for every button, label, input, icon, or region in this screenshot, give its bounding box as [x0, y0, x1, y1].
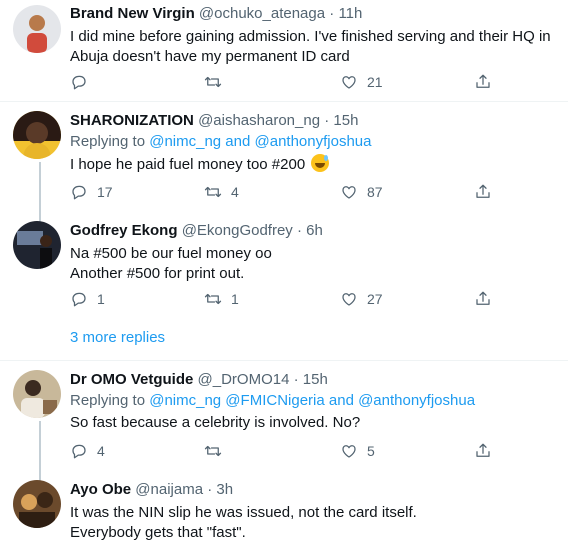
- author-name[interactable]: Godfrey Ekong: [70, 222, 178, 239]
- replying-to: Replying to @nimc_ng and @anthonyfjoshua: [70, 132, 558, 152]
- timestamp[interactable]: 11h: [338, 5, 362, 22]
- replying-to-mentions[interactable]: @nimc_ng and @anthonyfjoshua: [149, 133, 371, 150]
- tweet-text-line: It was the NIN slip he was issued, not t…: [70, 504, 417, 521]
- tweet-4[interactable]: Dr OMO Vetguide @_DrOMO14 · 15h Replying…: [0, 361, 568, 481]
- author-name[interactable]: Brand New Virgin: [70, 5, 195, 22]
- author-handle[interactable]: @ochuko_atenaga: [199, 5, 325, 22]
- reply-button[interactable]: 4: [70, 441, 105, 461]
- more-replies-link[interactable]: 3 more replies: [70, 329, 165, 346]
- heart-icon: [342, 76, 356, 89]
- tweet-text-line: Everybody gets that "fast".: [70, 524, 246, 541]
- retweet-button[interactable]: [204, 72, 222, 92]
- share-button[interactable]: [474, 289, 492, 309]
- retweet-icon: [204, 186, 222, 198]
- like-button[interactable]: 5: [340, 441, 375, 461]
- tweet-text-line: Na #500 be our fuel money oo: [70, 245, 272, 262]
- heart-icon: [342, 445, 356, 458]
- heart-icon: [342, 293, 356, 306]
- retweet-count: 4: [231, 184, 239, 200]
- reply-button[interactable]: 1: [70, 289, 105, 309]
- grinning-sweat-emoji: [311, 154, 330, 172]
- author-name[interactable]: SHARONIZATION: [70, 112, 194, 129]
- retweet-button[interactable]: [204, 441, 222, 461]
- reply-count: 17: [97, 184, 113, 200]
- heart-icon: [342, 186, 356, 199]
- reply-icon: [72, 185, 86, 200]
- like-count: 21: [367, 74, 383, 90]
- like-count: 27: [367, 291, 383, 307]
- separator-dot: ·: [207, 481, 213, 498]
- separator-dot: ·: [293, 371, 299, 388]
- retweet-button[interactable]: 4: [204, 182, 239, 202]
- avatar[interactable]: [13, 221, 61, 269]
- replying-to: Replying to @nimc_ng @FMICNigeria and @a…: [70, 391, 558, 411]
- reply-count: 1: [97, 291, 105, 307]
- tweet-3[interactable]: Godfrey Ekong @EkongGodfrey · 6h Na #500…: [0, 212, 568, 320]
- tweet-2[interactable]: SHARONIZATION @aishasharon_ng · 15h Repl…: [0, 102, 568, 222]
- like-button[interactable]: 87: [340, 182, 383, 202]
- replying-to-mentions[interactable]: @nimc_ng @FMICNigeria and @anthonyfjoshu…: [149, 392, 475, 409]
- share-button[interactable]: [474, 441, 492, 461]
- separator-dot: ·: [324, 112, 330, 129]
- tweet-1[interactable]: Brand New Virgin @ochuko_atenaga · 11h I…: [0, 0, 568, 96]
- tweet-text-line: I did mine before gaining admission. I'v…: [70, 28, 551, 45]
- tweet-actions: 4 5: [70, 441, 550, 461]
- share-icon: [476, 74, 490, 88]
- like-count: 87: [367, 184, 383, 200]
- share-icon: [476, 443, 490, 457]
- like-button[interactable]: 21: [340, 72, 383, 92]
- retweet-count: 1: [231, 291, 239, 307]
- author-handle[interactable]: @_DrOMO14: [198, 371, 290, 388]
- replying-to-label: Replying to: [70, 133, 146, 150]
- author-handle[interactable]: @aishasharon_ng: [198, 112, 320, 129]
- tweet-text-line: Abuja doesn't have my permanent ID card: [70, 48, 350, 65]
- share-button[interactable]: [474, 72, 492, 92]
- tweet-5[interactable]: Ayo Obe @naijama · 3h It was the NIN sli…: [0, 471, 568, 548]
- reply-icon: [72, 75, 86, 90]
- timestamp[interactable]: 15h: [333, 112, 358, 129]
- reply-count: 4: [97, 443, 105, 459]
- tweet-text-line: So fast because a celebrity is involved.…: [70, 414, 361, 431]
- reply-icon: [72, 444, 86, 459]
- share-button[interactable]: [474, 182, 492, 202]
- show-more-replies[interactable]: 3 more replies: [0, 320, 568, 358]
- timestamp[interactable]: 6h: [306, 222, 323, 239]
- retweet-icon: [204, 445, 222, 457]
- retweet-icon: [204, 76, 222, 88]
- tweet-actions: 21: [70, 72, 550, 92]
- separator-dot: ·: [296, 222, 302, 239]
- like-button[interactable]: 27: [340, 289, 383, 309]
- retweet-button[interactable]: 1: [204, 289, 239, 309]
- share-icon: [476, 184, 490, 198]
- avatar[interactable]: [13, 111, 61, 159]
- tweet-text-line: Another #500 for print out.: [70, 265, 245, 282]
- tweet-text-line: I hope he paid fuel money too #200: [70, 156, 306, 173]
- reply-icon: [72, 292, 86, 307]
- author-handle[interactable]: @EkongGodfrey: [182, 222, 293, 239]
- reply-button[interactable]: 17: [70, 182, 113, 202]
- author-name[interactable]: Ayo Obe: [70, 481, 131, 498]
- author-name[interactable]: Dr OMO Vetguide: [70, 371, 193, 388]
- author-handle[interactable]: @naijama: [135, 481, 203, 498]
- share-icon: [476, 291, 490, 305]
- tweet-actions: 17 4 87: [70, 182, 550, 202]
- separator-dot: ·: [329, 5, 335, 22]
- reply-button[interactable]: [70, 72, 88, 92]
- tweet-actions: 1 1 27: [70, 289, 550, 309]
- like-count: 5: [367, 443, 375, 459]
- avatar[interactable]: [13, 5, 61, 53]
- timestamp[interactable]: 15h: [303, 371, 328, 388]
- avatar[interactable]: [13, 480, 61, 528]
- avatar[interactable]: [13, 370, 61, 418]
- replying-to-label: Replying to: [70, 392, 146, 409]
- retweet-icon: [204, 293, 222, 305]
- timestamp[interactable]: 3h: [216, 481, 233, 498]
